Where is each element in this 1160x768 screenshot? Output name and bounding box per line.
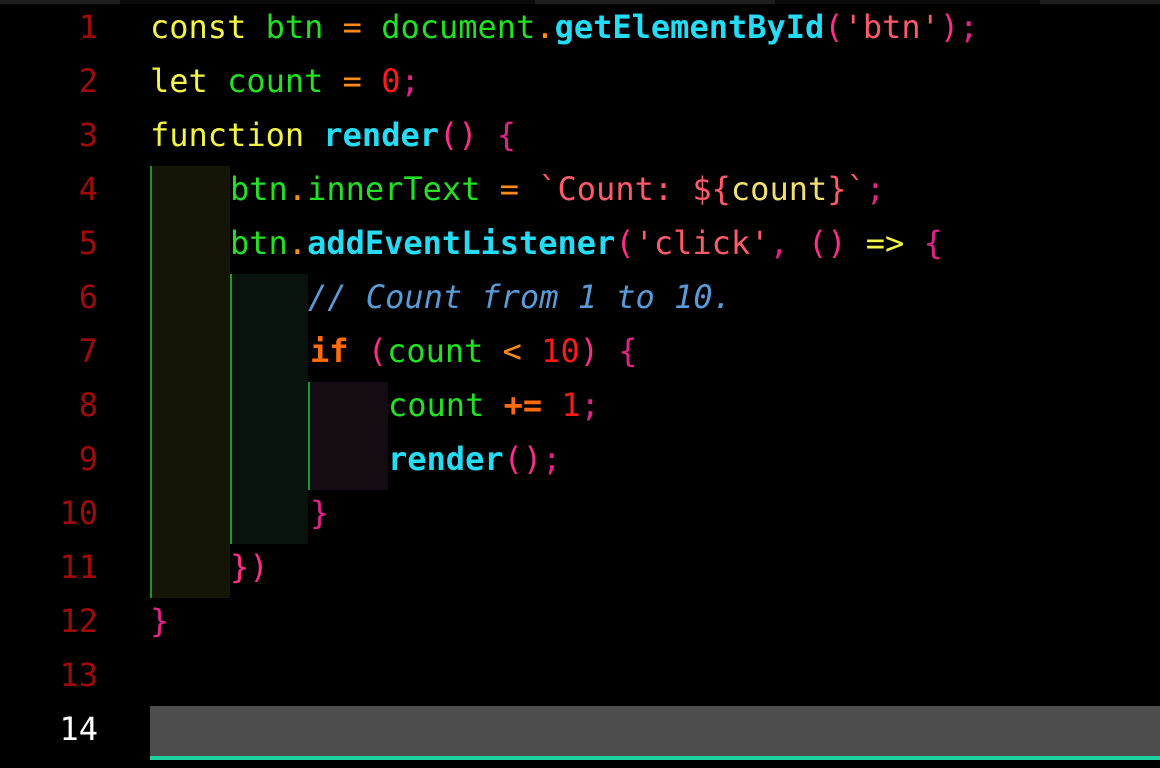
code-token: (	[615, 224, 635, 262]
code-line[interactable]: if (count < 10) {	[310, 324, 638, 378]
code-line[interactable]: }	[310, 486, 329, 540]
code-token: {	[923, 224, 943, 262]
code-token: let	[150, 62, 208, 100]
code-line[interactable]: count += 1;	[388, 378, 600, 432]
code-token: render	[323, 116, 439, 154]
code-token: })	[230, 548, 269, 586]
code-line[interactable]: render();	[388, 432, 561, 486]
code-token: {	[477, 116, 517, 154]
code-token: count	[387, 332, 484, 370]
code-token: .	[535, 8, 555, 46]
indent-guide-level-2	[230, 274, 308, 544]
code-token: 'click'	[634, 224, 770, 262]
line-number: 1	[78, 8, 98, 46]
code-token: btn	[230, 170, 288, 208]
line-number: 7	[78, 332, 98, 370]
code-token: ()	[503, 440, 543, 478]
line-number: 4	[78, 170, 98, 208]
code-line[interactable]: })	[230, 540, 269, 594]
code-token: count	[227, 62, 324, 100]
code-token: ;	[400, 62, 420, 100]
code-token: ;	[959, 8, 979, 46]
tab-strip-edge	[1040, 0, 1160, 4]
code-token: =	[480, 170, 539, 208]
code-line[interactable]: }	[150, 594, 169, 648]
code-token: btn	[230, 224, 288, 262]
code-token: count	[730, 170, 828, 208]
code-token: ;	[580, 386, 600, 424]
cursor-line-underline	[150, 756, 1160, 760]
code-token: `Count: ${	[538, 170, 731, 208]
code-line[interactable]: let count = 0;	[150, 54, 420, 108]
line-number: 2	[78, 62, 98, 100]
line-number: 8	[78, 386, 98, 424]
line-number: 9	[78, 440, 98, 478]
code-line[interactable]: btn.innerText = `Count: ${count}`;	[230, 162, 885, 216]
code-token: ;	[865, 170, 886, 208]
code-line[interactable]: function render() {	[150, 108, 516, 162]
code-token: (	[824, 8, 844, 46]
code-token: 1	[561, 386, 581, 424]
current-line-highlight[interactable]	[150, 706, 1160, 756]
code-token: function	[150, 116, 305, 154]
code-token: 10	[541, 332, 580, 370]
code-token: {	[598, 332, 638, 370]
line-number: 11	[59, 548, 98, 586]
code-line[interactable]: const btn = document.getElementById('btn…	[150, 0, 978, 54]
indent-guide-level-3	[308, 382, 388, 490]
code-token: )	[939, 8, 960, 46]
line-number: 3	[78, 116, 98, 154]
line-number: 13	[59, 656, 98, 694]
code-token: =>	[846, 224, 924, 262]
code-line[interactable]: btn.addEventListener('click', () => {	[230, 216, 943, 270]
code-token: const	[150, 8, 247, 46]
code-token: }	[150, 602, 170, 640]
line-number: 5	[78, 224, 98, 262]
line-number-current: 14	[59, 710, 98, 748]
code-token: )	[579, 332, 599, 370]
line-number: 10	[59, 494, 98, 532]
line-number-gutter: 1 2 3 4 5 6 7 8 9 10 11 12 13 14	[0, 0, 140, 768]
code-token: }	[310, 494, 330, 532]
code-token: if	[310, 332, 349, 370]
code-token: addEventListener	[307, 224, 616, 262]
code-token: =	[323, 62, 382, 100]
code-token: 0	[381, 62, 401, 100]
code-token: getElementById	[554, 8, 825, 46]
code-token: ;	[542, 440, 562, 478]
code-token: ,	[769, 224, 808, 262]
code-token: count	[388, 386, 485, 424]
code-token: .	[287, 224, 308, 262]
code-token: ()	[807, 224, 847, 262]
code-token: +=	[484, 386, 562, 424]
code-token: ()	[438, 116, 478, 154]
code-token: <	[483, 332, 542, 370]
line-number: 6	[78, 278, 98, 316]
code-token: (	[367, 332, 388, 370]
code-token: .	[287, 170, 308, 208]
code-token: render	[388, 440, 504, 478]
code-token: innerText	[307, 170, 481, 208]
code-line[interactable]: // Count from 1 to 10.	[308, 270, 732, 324]
code-token: btn	[265, 8, 324, 46]
code-token: 'btn'	[843, 8, 940, 46]
indent-guide-level-1	[150, 166, 230, 598]
code-token: document	[381, 8, 536, 46]
code-token: =	[323, 8, 382, 46]
line-number: 12	[59, 602, 98, 640]
code-token: }`	[827, 170, 866, 208]
code-token: // Count from 1 to 10.	[308, 278, 732, 316]
code-editor[interactable]: 1 2 3 4 5 6 7 8 9 10 11 12 13 14 const b…	[0, 0, 1160, 768]
